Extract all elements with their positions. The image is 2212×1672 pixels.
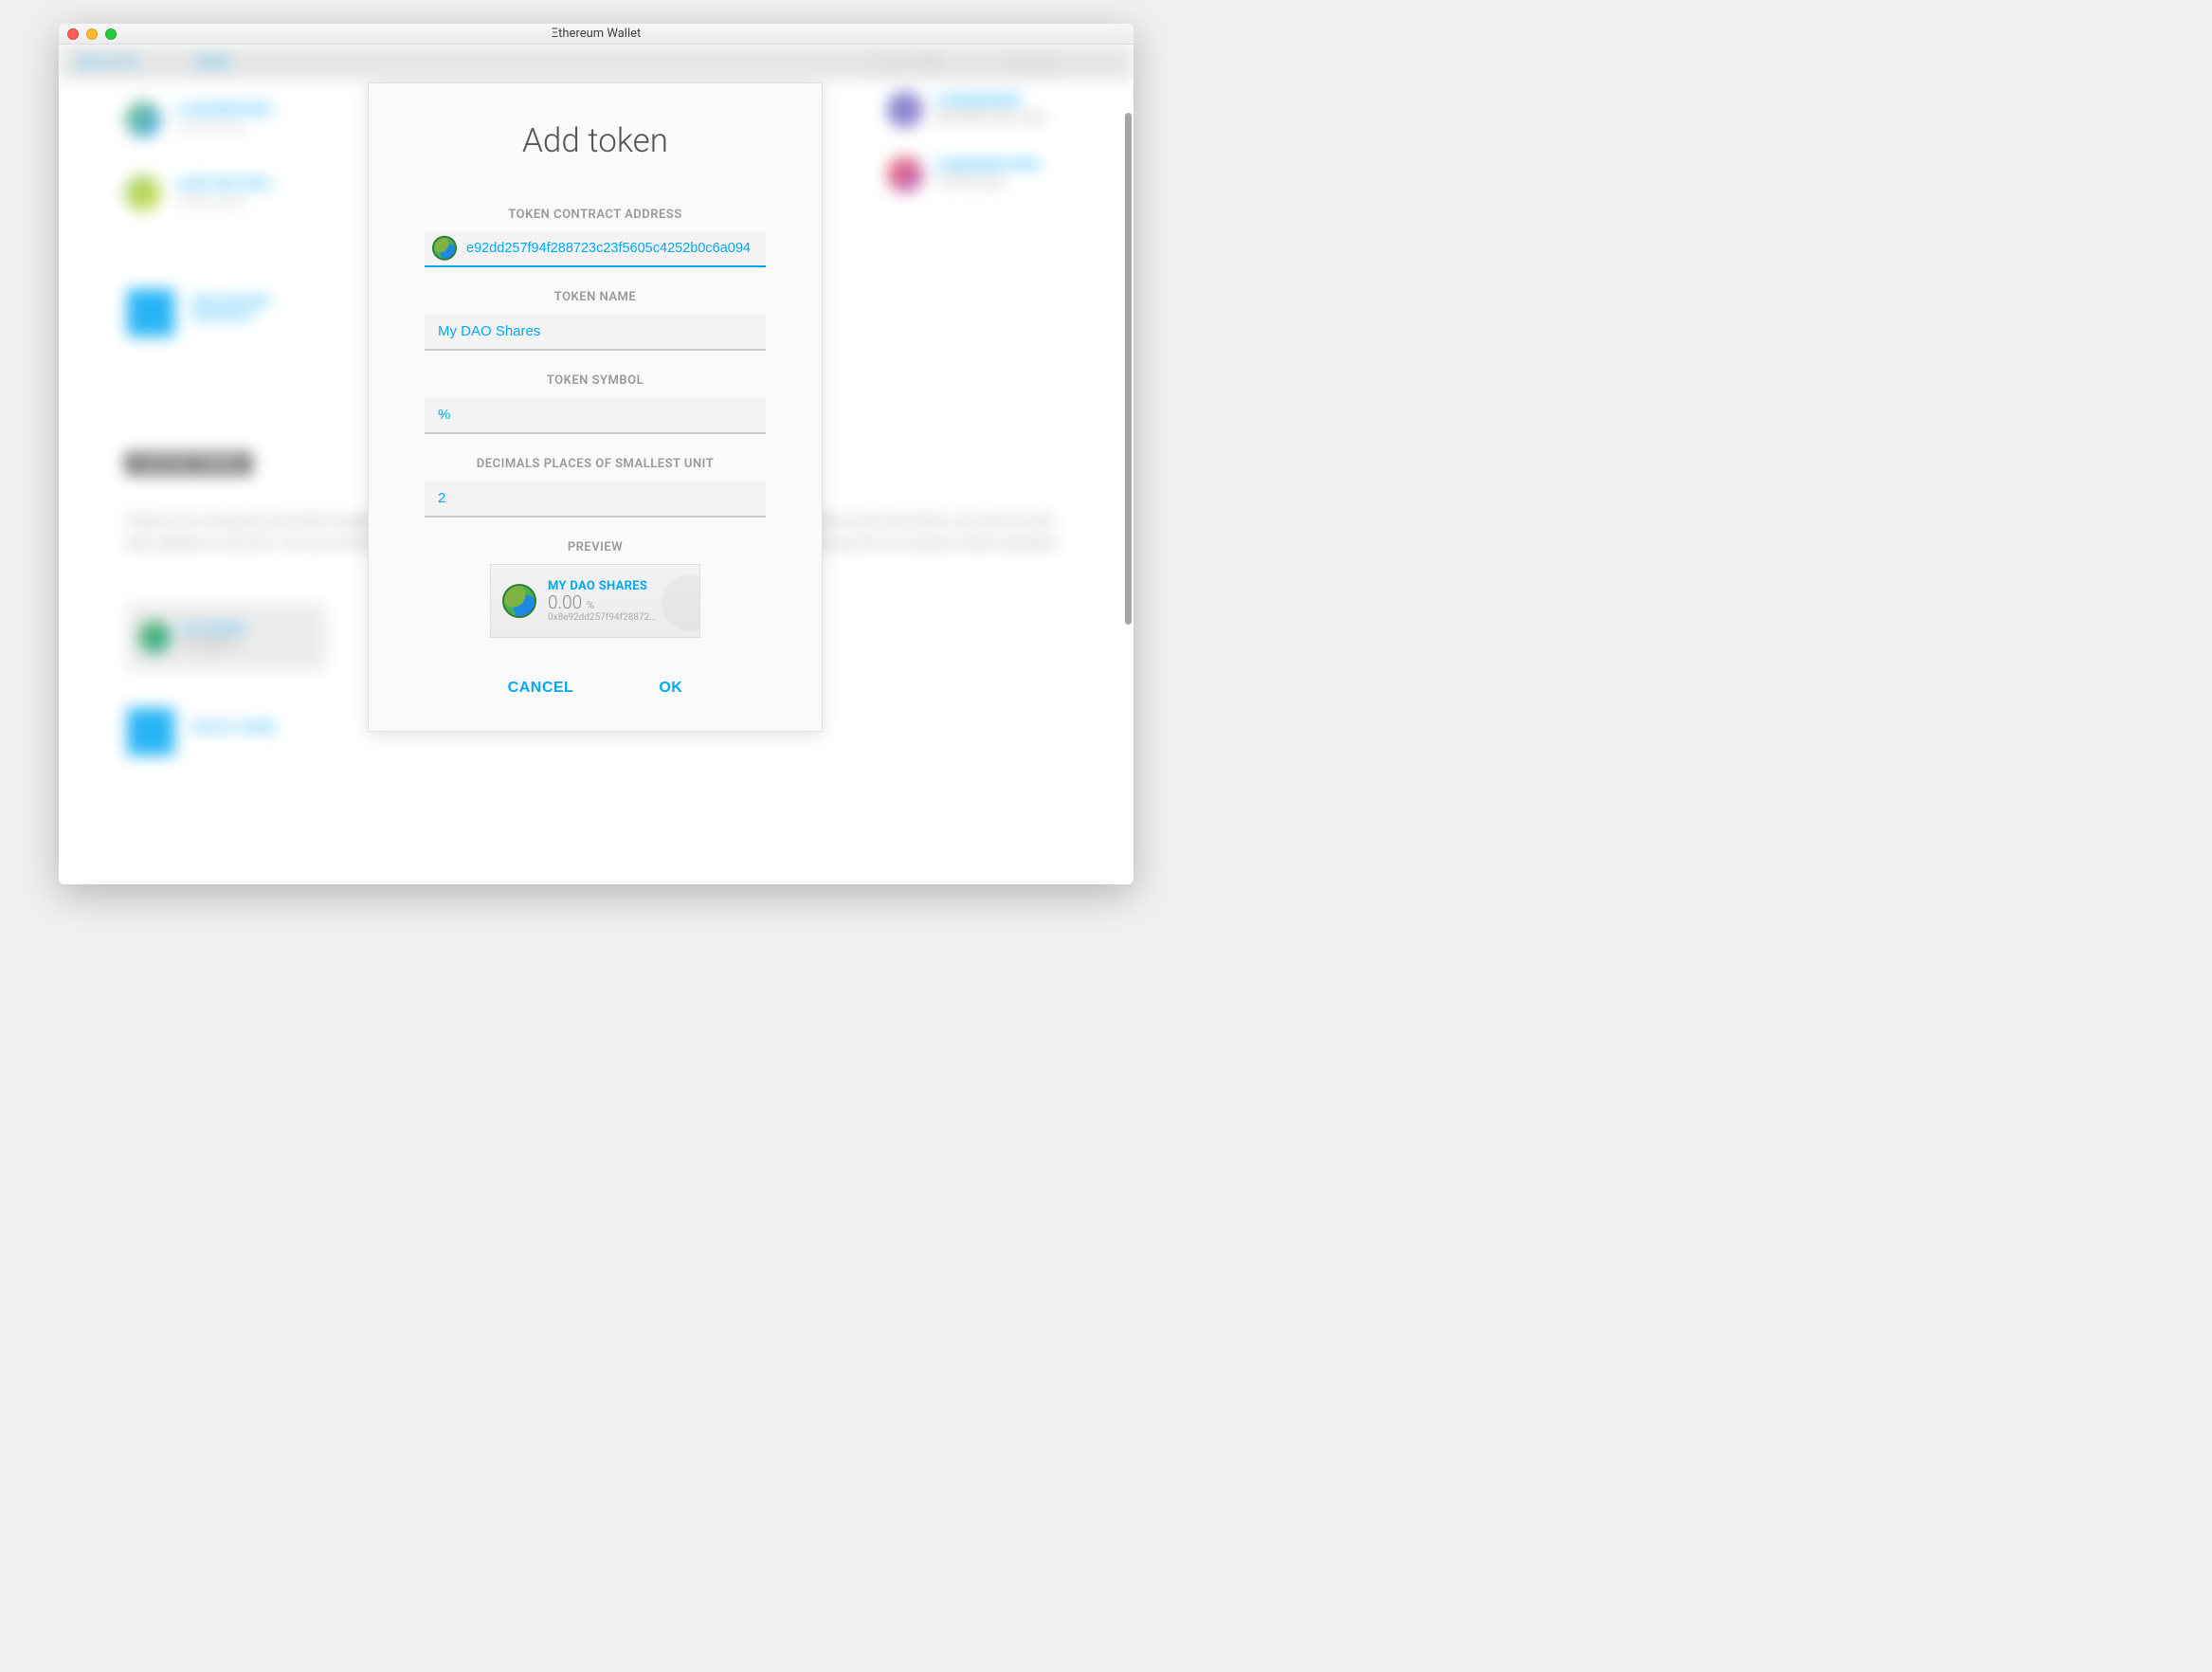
token-preview-card: MY DAO SHARES 0.00 % 0x8e92dd257f94f2887…: [490, 564, 700, 638]
traffic-lights: [67, 28, 117, 40]
preview-token-balance: 0.00 %: [548, 593, 656, 613]
add-token-modal: Add token TOKEN CONTRACT ADDRESS TOKEN N…: [368, 82, 823, 732]
maximize-window-button[interactable]: [105, 28, 117, 40]
decimals-input[interactable]: [425, 481, 766, 518]
label-decimals: DECIMALS PLACES OF SMALLEST UNIT: [405, 457, 786, 471]
label-preview: PREVIEW: [405, 540, 786, 554]
window-title: Ξthereum Wallet: [59, 27, 1133, 41]
label-contract-address: TOKEN CONTRACT ADDRESS: [405, 208, 786, 222]
cancel-button[interactable]: CANCEL: [508, 680, 574, 697]
preview-token-address: 0x8e92dd257f94f28872…: [548, 612, 656, 623]
label-token-symbol: TOKEN SYMBOL: [405, 373, 786, 388]
minimize-window-button[interactable]: [86, 28, 98, 40]
app-window: Ξthereum Wallet WALLETS SEND 1,727.38 ET…: [59, 24, 1133, 884]
token-symbol-input[interactable]: [425, 397, 766, 434]
scrollbar-thumb[interactable]: [1125, 113, 1132, 625]
titlebar: Ξthereum Wallet: [59, 24, 1133, 45]
token-name-input[interactable]: [425, 314, 766, 351]
nav-wallets[interactable]: WALLETS: [78, 56, 138, 70]
content-area: WALLETS SEND 1,727.38 ETHER ■ CROWDFUND……: [59, 45, 1133, 884]
modal-title: Add token: [405, 121, 786, 160]
close-window-button[interactable]: [67, 28, 79, 40]
label-token-name: TOKEN NAME: [405, 290, 786, 304]
nav-send[interactable]: SEND: [195, 56, 230, 70]
ok-button[interactable]: OK: [659, 680, 682, 697]
identicon-icon: [432, 236, 457, 261]
preview-identicon-icon: [502, 584, 536, 618]
contract-address-input[interactable]: [425, 231, 766, 267]
